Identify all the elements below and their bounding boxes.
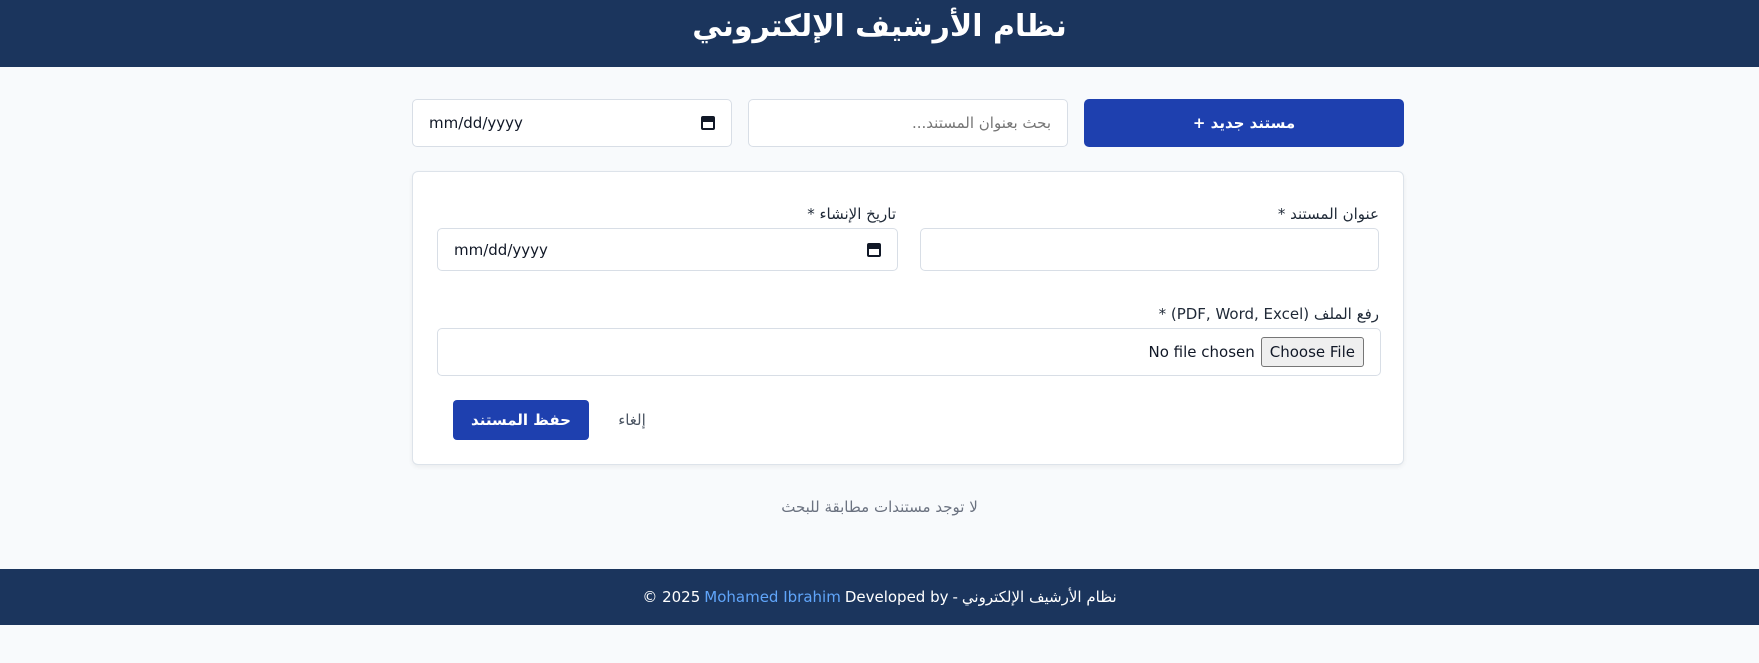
page-title: نظام الأرشيف الإلكتروني	[692, 9, 1067, 44]
app-header: نظام الأرشيف الإلكتروني	[0, 0, 1759, 67]
save-document-button[interactable]: حفظ المستند	[453, 400, 589, 440]
document-form: عنوان المستند * تاريخ الإنشاء * mm/dd/yy…	[412, 171, 1404, 465]
file-status: No file chosen	[1148, 343, 1255, 361]
calendar-icon[interactable]	[867, 242, 881, 257]
footer-system-name: نظام الأرشيف الإلكتروني	[961, 588, 1117, 606]
title-input[interactable]	[920, 228, 1379, 271]
creation-date-value: mm/dd/yyyy	[454, 240, 548, 259]
calendar-icon[interactable]	[701, 116, 715, 130]
creation-date-input[interactable]: mm/dd/yyyy	[437, 228, 898, 271]
author-link[interactable]: Mohamed Ibrahim	[704, 588, 841, 606]
date-filter-value: mm/dd/yyyy	[429, 114, 523, 132]
file-upload-field[interactable]: No file chosen Choose File	[437, 328, 1381, 376]
date-label: تاريخ الإنشاء *	[807, 205, 896, 223]
choose-file-button[interactable]: Choose File	[1260, 337, 1364, 367]
file-label: رفع الملف (PDF, Word, Excel) *	[1158, 305, 1379, 323]
empty-results-message: لا توجد مستندات مطابقة للبحث	[781, 498, 978, 516]
cancel-button[interactable]: إلغاء	[597, 400, 667, 440]
date-filter-input[interactable]: mm/dd/yyyy	[412, 99, 732, 147]
footer-separator: -	[952, 588, 958, 606]
footer-developed-by: Developed by	[844, 588, 949, 606]
footer-copyright: © 2025	[642, 588, 701, 606]
new-document-button[interactable]: مستند جديد +	[1084, 99, 1404, 147]
app-footer: © 2025 Mohamed Ibrahim Developed by - نظ…	[0, 569, 1759, 625]
search-input[interactable]	[748, 99, 1068, 147]
title-label: عنوان المستند *	[1277, 205, 1379, 223]
toolbar: مستند جديد + mm/dd/yyyy	[412, 99, 1404, 147]
